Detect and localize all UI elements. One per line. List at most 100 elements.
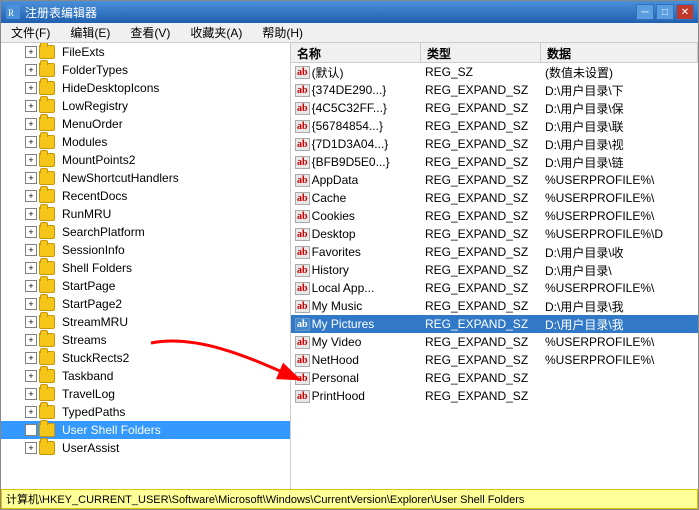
list-item[interactable]: abNetHoodREG_EXPAND_SZ%USERPROFILE%\ xyxy=(291,351,698,369)
reg-value-name: My Pictures xyxy=(312,317,375,331)
list-item[interactable]: abLocal App...REG_EXPAND_SZ%USERPROFILE%… xyxy=(291,279,698,297)
cell-name: abMy Music xyxy=(291,298,421,314)
tree-item[interactable]: +Shell Folders xyxy=(1,259,290,277)
tree-item[interactable]: + Taskband xyxy=(1,367,290,385)
tree-item[interactable]: +UserAssist xyxy=(1,439,290,457)
list-item[interactable]: abPrintHoodREG_EXPAND_SZ xyxy=(291,387,698,405)
left-pane[interactable]: +FileExts+FolderTypes+HideDesktopIcons+L… xyxy=(1,43,291,489)
expand-button[interactable]: + xyxy=(25,118,37,130)
col-header-name[interactable]: 名称 xyxy=(291,43,421,62)
expand-button[interactable]: + xyxy=(25,64,37,76)
tree-item[interactable]: + StreamMRU xyxy=(1,313,290,331)
expand-button[interactable]: + xyxy=(25,442,37,454)
tree-item[interactable]: +MountPoints2 xyxy=(1,151,290,169)
expand-button[interactable]: + xyxy=(25,406,37,418)
expand-button[interactable]: + xyxy=(25,298,37,310)
tree-item-label: StreamMRU xyxy=(62,315,128,329)
close-button[interactable]: ✕ xyxy=(676,4,694,20)
menu-favorites[interactable]: 收藏夹(A) xyxy=(184,22,248,43)
list-item[interactable]: abCookiesREG_EXPAND_SZ%USERPROFILE%\ xyxy=(291,207,698,225)
cell-data: %USERPROFILE%\D xyxy=(541,226,698,242)
expand-button[interactable]: + xyxy=(25,244,37,256)
expand-button[interactable]: + xyxy=(25,100,37,112)
reg-value-name: AppData xyxy=(312,173,359,187)
expand-button[interactable]: + xyxy=(25,82,37,94)
list-item[interactable]: abMy PicturesREG_EXPAND_SZD:\用户目录\我 xyxy=(291,315,698,333)
tree-item[interactable]: +StuckRects2 xyxy=(1,349,290,367)
list-item[interactable]: ab{7D1D3A04...}REG_EXPAND_SZD:\用户目录\视 xyxy=(291,135,698,153)
list-item[interactable]: abMy VideoREG_EXPAND_SZ%USERPROFILE%\ xyxy=(291,333,698,351)
expand-button[interactable]: + xyxy=(25,334,37,346)
tree-item[interactable]: +SessionInfo xyxy=(1,241,290,259)
folder-icon xyxy=(39,63,55,77)
reg-value-name: Cookies xyxy=(312,209,355,223)
expand-button[interactable]: + xyxy=(25,370,37,382)
expand-button[interactable]: + xyxy=(25,136,37,148)
list-item[interactable]: abHistoryREG_EXPAND_SZD:\用户目录\ xyxy=(291,261,698,279)
minimize-button[interactable]: ─ xyxy=(636,4,654,20)
list-item[interactable]: abFavoritesREG_EXPAND_SZD:\用户目录\收 xyxy=(291,243,698,261)
tree-item[interactable]: +FolderTypes xyxy=(1,61,290,79)
tree-item[interactable]: + TravelLog xyxy=(1,385,290,403)
cell-data: D:\用户目录\我 xyxy=(541,297,698,316)
expand-button[interactable]: + xyxy=(25,352,37,364)
cell-name: abDesktop xyxy=(291,226,421,242)
list-item[interactable]: ab{56784854...}REG_EXPAND_SZD:\用户目录\联 xyxy=(291,117,698,135)
tree-item[interactable]: +RecentDocs xyxy=(1,187,290,205)
list-item[interactable]: abCacheREG_EXPAND_SZ%USERPROFILE%\ xyxy=(291,189,698,207)
menu-help[interactable]: 帮助(H) xyxy=(256,22,309,43)
tree-item[interactable]: + Modules xyxy=(1,133,290,151)
tree-item[interactable]: +StartPage xyxy=(1,277,290,295)
list-item[interactable]: abAppDataREG_EXPAND_SZ%USERPROFILE%\ xyxy=(291,171,698,189)
tree-item[interactable]: +HideDesktopIcons xyxy=(1,79,290,97)
tree-item[interactable]: + LowRegistry xyxy=(1,97,290,115)
folder-icon xyxy=(39,207,55,221)
expand-button[interactable]: + xyxy=(25,172,37,184)
tree-item[interactable]: +SearchPlatform xyxy=(1,223,290,241)
reg-value-name: {56784854...} xyxy=(312,119,383,133)
expand-button[interactable]: + xyxy=(25,46,37,58)
cell-data xyxy=(541,395,698,397)
registry-list[interactable]: ab(默认)REG_SZ(数值未设置)ab{374DE290...}REG_EX… xyxy=(291,63,698,489)
tree-item-label: Taskband xyxy=(62,369,113,383)
col-header-data[interactable]: 数据 xyxy=(541,43,698,62)
expand-button[interactable]: + xyxy=(25,316,37,328)
list-item[interactable]: abDesktopREG_EXPAND_SZ%USERPROFILE%\D xyxy=(291,225,698,243)
tree-item-label: Modules xyxy=(62,135,107,149)
list-item[interactable]: abPersonalREG_EXPAND_SZ xyxy=(291,369,698,387)
list-item[interactable]: ab{374DE290...}REG_EXPAND_SZD:\用户目录\下 xyxy=(291,81,698,99)
menu-file[interactable]: 文件(F) xyxy=(5,22,56,43)
tree-item[interactable]: +Streams xyxy=(1,331,290,349)
tree-item[interactable]: +StartPage2 xyxy=(1,295,290,313)
expand-button[interactable]: + xyxy=(25,154,37,166)
list-item[interactable]: ab{BFB9D5E0...}REG_EXPAND_SZD:\用户目录\链 xyxy=(291,153,698,171)
cell-type: REG_EXPAND_SZ xyxy=(421,136,541,152)
tree-item[interactable]: +FileExts xyxy=(1,43,290,61)
tree-item-label: LowRegistry xyxy=(62,99,128,113)
reg-value-icon: ab xyxy=(295,318,310,331)
tree-item-label: TravelLog xyxy=(62,387,115,401)
tree-item[interactable]: +TypedPaths xyxy=(1,403,290,421)
expand-button[interactable]: + xyxy=(25,280,37,292)
tree-item[interactable]: +MenuOrder xyxy=(1,115,290,133)
menu-edit[interactable]: 编辑(E) xyxy=(64,22,116,43)
tree-item[interactable]: +User Shell Folders xyxy=(1,421,290,439)
list-item[interactable]: ab{4C5C32FF...}REG_EXPAND_SZD:\用户目录\保 xyxy=(291,99,698,117)
cell-name: abMy Pictures xyxy=(291,316,421,332)
list-item[interactable]: abMy MusicREG_EXPAND_SZD:\用户目录\我 xyxy=(291,297,698,315)
expand-button[interactable]: + xyxy=(25,388,37,400)
expand-button[interactable]: + xyxy=(25,208,37,220)
restore-button[interactable]: □ xyxy=(656,4,674,20)
list-item[interactable]: ab(默认)REG_SZ(数值未设置) xyxy=(291,63,698,81)
tree-item[interactable]: +NewShortcutHandlers xyxy=(1,169,290,187)
cell-name: abMy Video xyxy=(291,334,421,350)
col-header-type[interactable]: 类型 xyxy=(421,43,541,62)
expand-button[interactable]: + xyxy=(25,424,37,436)
tree-item[interactable]: +RunMRU xyxy=(1,205,290,223)
expand-button[interactable]: + xyxy=(25,190,37,202)
reg-value-name: {4C5C32FF...} xyxy=(312,101,387,115)
menu-view[interactable]: 查看(V) xyxy=(124,22,176,43)
expand-button[interactable]: + xyxy=(25,262,37,274)
cell-name: abFavorites xyxy=(291,244,421,260)
expand-button[interactable]: + xyxy=(25,226,37,238)
